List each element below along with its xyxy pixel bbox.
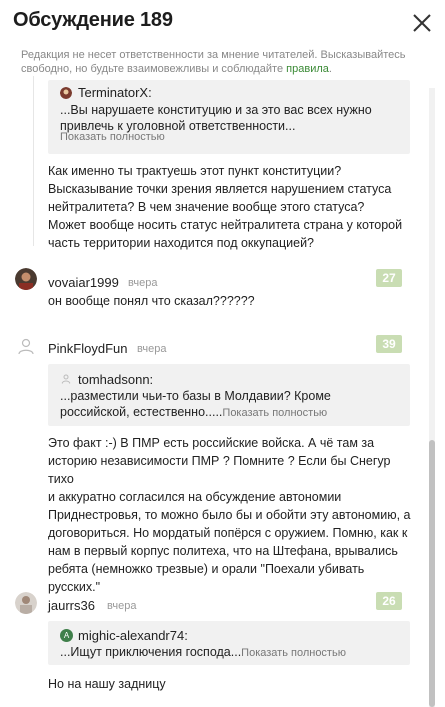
comment-author[interactable]: vovaiar1999 <box>48 275 119 290</box>
comment-line: Как именно ты трактуешь этот пункт конст… <box>48 164 342 178</box>
comment-author[interactable]: jaurrs36 <box>48 598 95 613</box>
show-more-link[interactable]: Показать полностью <box>60 131 165 143</box>
comment-line: Высказывание точки зрения является наруш… <box>48 182 392 196</box>
quote-line: ...разместили чьи-то базы в Молдавии? Кр… <box>60 389 331 403</box>
quote-text: ...Вы нарушаете конституцию и за это вас… <box>60 102 400 134</box>
quote-text: ...Ищут приключения господа...Показать п… <box>60 644 400 661</box>
quote-author[interactable]: mighic-alexandr74: <box>78 628 188 643</box>
comment-body: Но на нашу задницу <box>48 675 418 693</box>
quote-line-text: российской, естественно..... <box>60 405 223 419</box>
comment-line: Может вообще носить статус нейтралитета … <box>48 218 403 232</box>
comment-line: нам в первый корпус политеха, что на Ште… <box>48 544 398 558</box>
comment-line: Это факт :-) В ПМР есть российские войск… <box>48 436 375 450</box>
avatar <box>60 87 72 99</box>
avatar: A <box>60 629 73 642</box>
comment-line: Но на нашу задницу <box>48 677 166 691</box>
comment-line: Приднестровья, то можно было бы и обойти… <box>48 508 411 522</box>
rules-link[interactable]: правила <box>286 63 329 75</box>
comment-line: договориться. Но мордатый попёрся с оруж… <box>48 526 408 540</box>
user-icon <box>61 374 71 385</box>
show-more-link[interactable]: Показать полностью <box>241 647 346 659</box>
comment-body: Это факт :-) В ПМР есть российские войск… <box>48 434 418 596</box>
moderation-notice: Редакция не несет ответственности за мне… <box>21 48 413 76</box>
rating-badge[interactable]: 27 <box>376 269 402 287</box>
quote-line: российской, естественно.....Показать пол… <box>60 404 400 421</box>
comment-line: ребята (немножко трезвые) и орали "Поеха… <box>48 562 365 576</box>
user-icon[interactable] <box>15 336 37 358</box>
quote-block: tomhadsonn: ...разместили чьи-то базы в … <box>48 364 410 426</box>
comment-date: вчера <box>128 277 158 289</box>
rating-badge[interactable]: 26 <box>376 592 402 610</box>
quote-author[interactable]: tomhadsonn: <box>78 372 153 387</box>
quote-text-body: ...Вы нарушаете конституцию и за это вас… <box>60 103 372 133</box>
comment-line: нейтралитета? В чем значение вообще этог… <box>48 200 365 214</box>
quote-block: TerminatorX: ...Вы нарушаете конституцию… <box>48 80 410 154</box>
thread-line <box>33 76 34 246</box>
comment-author[interactable]: PinkFloydFun <box>48 341 127 356</box>
close-icon[interactable] <box>411 12 433 34</box>
notice-end: . <box>328 63 332 75</box>
notice-text: Редакция не несет ответственности за мне… <box>21 49 406 75</box>
comment-line: историю независимости ПМР ? Помните ? Ес… <box>48 454 391 486</box>
page-title: Обсуждение 189 <box>13 9 173 31</box>
discussion-header: Обсуждение 189 <box>0 0 445 44</box>
avatar[interactable] <box>15 592 37 614</box>
avatar[interactable] <box>15 268 37 290</box>
quote-text: ...разместили чьи-то базы в Молдавии? Кр… <box>60 388 400 421</box>
quote-author[interactable]: TerminatorX: <box>78 85 152 100</box>
show-more-link[interactable]: Показать полностью <box>222 407 327 419</box>
comment-date: вчера <box>107 600 137 612</box>
rating-badge[interactable]: 39 <box>376 335 402 353</box>
quote-block: A mighic-alexandr74: ...Ищут приключения… <box>48 621 410 665</box>
comment-line: и аккуратно согласился на обсуждение авт… <box>48 490 342 504</box>
quote-line-text: ...Ищут приключения господа... <box>60 645 242 659</box>
comment-line: он вообще понял что сказал?????? <box>48 294 255 308</box>
comment-date: вчера <box>137 343 167 355</box>
comment-body: он вообще понял что сказал?????? <box>48 292 418 310</box>
comment-line: часть территории находится под оккупацие… <box>48 236 315 250</box>
comment-body: Как именно ты трактуешь этот пункт конст… <box>48 162 418 252</box>
comment-line: русских." <box>48 580 101 594</box>
scrollbar-thumb[interactable] <box>429 440 435 707</box>
